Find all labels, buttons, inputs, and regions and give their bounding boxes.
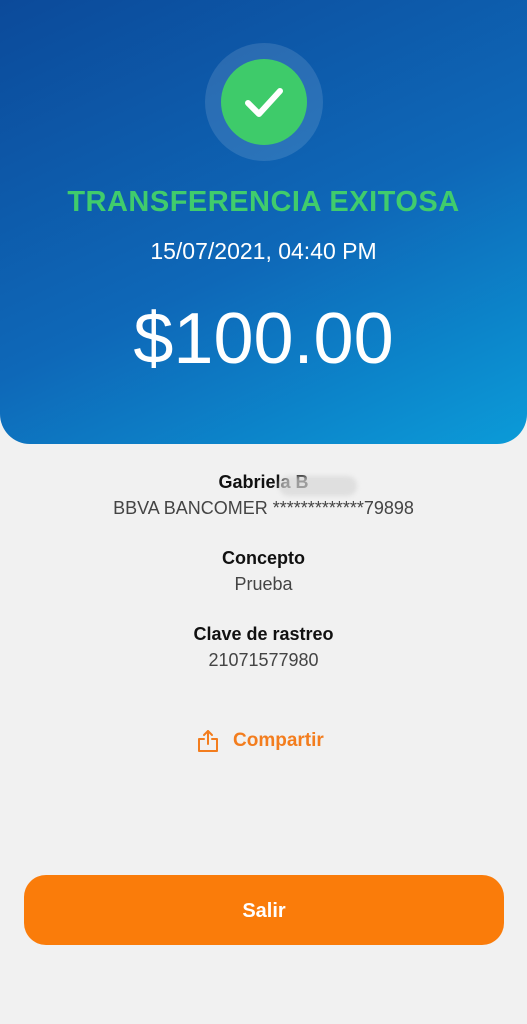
tracking-label: Clave de rastreo — [193, 624, 334, 644]
transfer-amount: $100.00 — [133, 299, 394, 379]
tracking-label-row: Clave de rastreo — [0, 624, 527, 645]
share-icon — [198, 730, 218, 752]
concept-value: Prueba — [234, 574, 293, 594]
concept-label-row: Concepto — [0, 548, 527, 569]
success-badge — [205, 43, 323, 161]
recipient-account: BBVA BANCOMER *************79898 — [113, 498, 414, 518]
success-header: TRANSFERENCIA EXITOSA 15/07/2021, 04:40 … — [0, 0, 527, 444]
share-button[interactable]: Compartir — [197, 726, 324, 756]
share-label: Compartir — [233, 730, 324, 751]
recipient-name-row: Gabriela B — [0, 472, 527, 493]
concept-label: Concepto — [222, 548, 305, 568]
transfer-receipt-screen: TRANSFERENCIA EXITOSA 15/07/2021, 04:40 … — [0, 0, 527, 1024]
tracking-value-row: 21071577980 — [0, 650, 527, 671]
redaction-blur — [279, 476, 357, 496]
checkmark-icon — [221, 59, 307, 145]
tracking-value: 21071577980 — [208, 650, 319, 670]
exit-button[interactable]: Salir — [24, 875, 504, 945]
concept-value-row: Prueba — [0, 574, 527, 595]
transaction-datetime: 15/07/2021, 04:40 PM — [150, 238, 377, 264]
recipient-account-row: BBVA BANCOMER *************79898 — [0, 498, 527, 519]
status-title: TRANSFERENCIA EXITOSA — [67, 186, 460, 218]
